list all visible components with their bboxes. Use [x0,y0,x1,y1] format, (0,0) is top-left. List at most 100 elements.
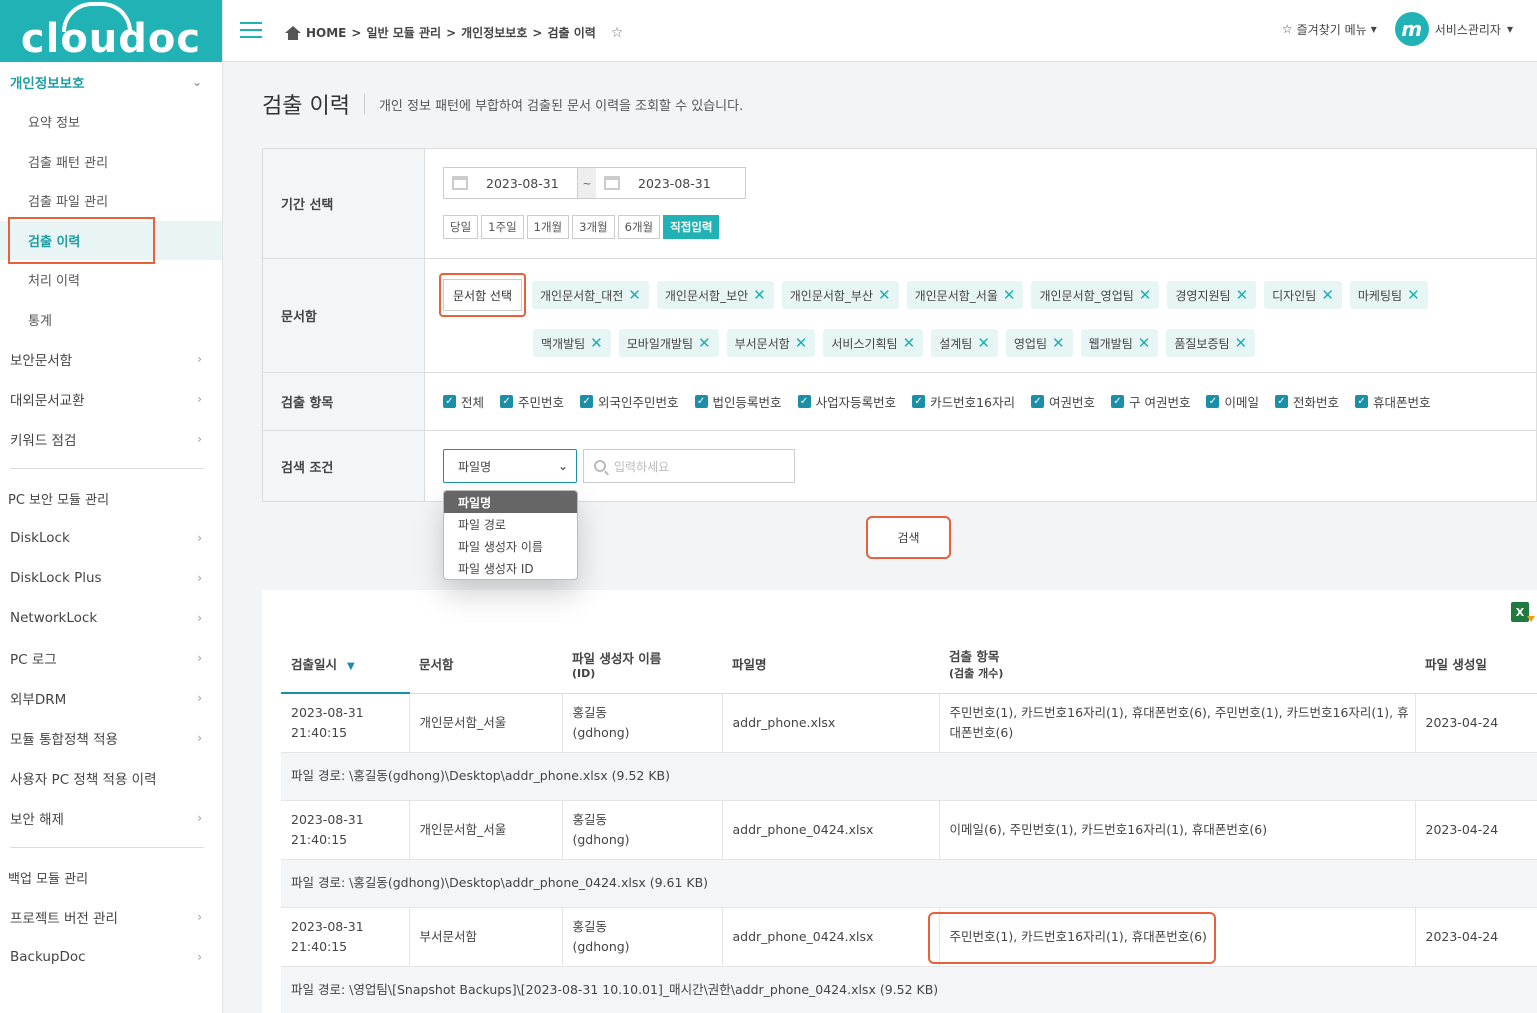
table-row[interactable]: 2023-08-31 21:40:15 부서문서함 홍길동 (gdhong) addr_p… [281,907,1537,967]
file-path: 파일 경로: \홍길동(gdhong)\Desktop\addr_phone.x… [281,752,1537,801]
file-path-row: 파일 경로: \홍길동(gdhong)\Desktop\addr_phone_0… [281,859,1537,908]
checkbox-label: 구 여권번호 [1129,395,1191,410]
detect-item-checkbox[interactable]: ✓ 법인등록번호 [694,392,782,411]
calendar-icon [452,176,468,190]
remove-x-icon[interactable]: ✕ [1235,334,1248,352]
sidebar-item-detection-history[interactable]: 검출 이력 [0,216,222,264]
creator-name: 홍길동 [572,918,608,934]
col-created-date[interactable]: 파일 생성일 [1415,635,1537,694]
breadcrumb-general-module[interactable]: 일반 모듈 관리 [366,24,441,41]
user-menu[interactable]: m 서비스관리자 ▾ [1394,12,1513,46]
remove-x-icon[interactable]: ✕ [903,334,916,352]
sidebar-item-summary[interactable]: 요약 정보 [0,102,222,142]
dropdown-option-creator-name[interactable]: 파일 생성자 이름 [444,535,577,557]
cloudoc-logo[interactable]: cloudoc [0,0,222,62]
detect-time: 21:40:15 [291,831,348,847]
remove-x-icon[interactable]: ✕ [977,334,990,352]
dropdown-option-filepath[interactable]: 파일 경로 [444,513,577,535]
period-1week-button[interactable]: 1주일 [481,215,524,239]
group-title-pc-security: PC 보안 모듈 관리 [8,492,110,508]
favorites-menu[interactable]: ☆ 즐겨찾기 메뉴 ▾ [1282,21,1377,38]
home-icon[interactable] [285,25,301,40]
sidebar-item-pc-log[interactable]: PC 로그 › [0,638,222,678]
col-docbox[interactable]: 문서함 [409,635,562,694]
detect-item-checkbox[interactable]: ✓ 주민번호 [500,392,564,411]
remove-x-icon[interactable]: ✕ [1236,286,1249,304]
search-field-select[interactable]: 파일명 ⌄ [443,449,577,483]
sidebar-item-external-drm[interactable]: 외부DRM › [0,678,222,718]
search-field-dropdown: 파일명 파일 경로 파일 생성자 이름 파일 생성자 ID [443,490,578,580]
detect-item-checkbox[interactable]: ✓ 휴대폰번호 [1355,392,1431,411]
remove-x-icon[interactable]: ✕ [698,334,711,352]
sidebar-item-detected-files[interactable]: 검출 파일 관리 [0,181,222,221]
docbox-tag: 개인문서함_서울 ✕ [906,281,1024,309]
remove-x-icon[interactable]: ✕ [1052,334,1065,352]
sidebar-item-process-history[interactable]: 처리 이력 [0,260,222,300]
col-detect-items[interactable]: 검출 항목 (검출 개수) [939,635,1415,694]
search-button[interactable]: 검색 [866,516,951,559]
remove-x-icon[interactable]: ✕ [795,334,808,352]
breadcrumb-home[interactable]: HOME [306,26,346,40]
sidebar-item-disklock-plus[interactable]: DiskLock Plus › [0,558,222,598]
remove-x-icon[interactable]: ✕ [1003,286,1016,304]
detect-item-checkbox[interactable]: ✓ 외국인주민번호 [580,392,679,411]
date-from-input[interactable]: 2023-08-31 [443,167,578,199]
table-row[interactable]: 2023-08-31 21:40:15 개인문서함_서울 홍길동 (gdhong) add… [281,693,1537,753]
table-row[interactable]: 2023-08-31 21:40:15 개인문서함_서울 홍길동 (gdhong) add… [281,800,1537,860]
search-input[interactable]: 입력하세요 [583,449,795,483]
divider [10,847,204,848]
docbox-tag-label: 개인문서함_영업팀 [1039,288,1134,303]
detect-item-checkbox[interactable]: ✓ 이메일 [1206,392,1259,411]
remove-x-icon[interactable]: ✕ [878,286,891,304]
detect-item-checkbox[interactable]: ✓ 카드번호16자리 [912,392,1015,411]
checkbox-checked-icon: ✓ [1206,395,1220,408]
period-1month-button[interactable]: 1개월 [526,215,570,239]
sidebar-item-user-policy-history[interactable]: 사용자 PC 정책 적용 이력 [0,758,222,798]
dropdown-option-creator-id[interactable]: 파일 생성자 ID [444,557,577,579]
detect-item-checkbox[interactable]: ✓ 사업자등록번호 [797,392,896,411]
sidebar-item-module-policy[interactable]: 모듈 통합정책 적용 › [0,718,222,758]
hamburger-menu-icon[interactable] [240,22,262,38]
search-icon [594,460,606,472]
docbox-tag: 맥개발팀 ✕ [533,329,611,357]
sidebar-item-backupdoc[interactable]: BackupDoc › [0,937,222,977]
sidebar-section-privacy[interactable]: 개인정보보호 ⌄ [0,62,222,102]
col-detect-date[interactable]: 검출일시 ▼ [281,635,409,694]
sidebar-item-disklock[interactable]: DiskLock › [0,518,222,558]
star-outline-icon[interactable]: ☆ [611,25,624,41]
checkbox-label: 이메일 [1224,395,1259,410]
detect-item-checkbox[interactable]: ✓ 여권번호 [1030,392,1095,411]
remove-x-icon[interactable]: ✕ [628,286,641,304]
remove-x-icon[interactable]: ✕ [1407,286,1420,304]
sidebar-item-keyword-check[interactable]: 키워드 점검 › [0,419,222,459]
remove-x-icon[interactable]: ✕ [753,286,766,304]
group-title-backup: 백업 모듈 관리 [8,871,89,887]
detect-item-checkbox[interactable]: ✓ 전체 [443,392,484,411]
remove-x-icon[interactable]: ✕ [1321,286,1334,304]
breadcrumb-privacy[interactable]: 개인정보보호 [461,24,527,41]
period-6month-button[interactable]: 6개월 [617,215,661,239]
sidebar-item-pattern[interactable]: 검출 패턴 관리 [0,142,222,182]
remove-x-icon[interactable]: ✕ [590,334,603,352]
period-today-button[interactable]: 당일 [443,215,479,239]
remove-x-icon[interactable]: ✕ [1138,334,1151,352]
excel-download-icon[interactable]: X [1511,602,1535,622]
detect-item-checkbox[interactable]: ✓ 구 여권번호 [1111,392,1190,411]
sidebar-item-project-version[interactable]: 프로젝트 버전 관리 › [0,897,222,937]
sidebar-item-stats[interactable]: 통계 [0,300,222,340]
period-3month-button[interactable]: 3개월 [572,215,615,239]
sidebar-item-security-release[interactable]: 보안 해제 › [0,798,222,838]
col-creator[interactable]: 파일 생성자 이름 (ID) [562,635,722,694]
dropdown-option-filename[interactable]: 파일명 [444,491,577,513]
docbox-select-button[interactable]: 문서함 선택 [439,273,527,317]
sidebar-item-external-exchange[interactable]: 대외문서교환 › [0,379,222,419]
top-bar: HOME > 일반 모듈 관리 > 개인정보보호 > 검출 이력 ☆ ☆ 즐겨찾… [223,0,1537,62]
sidebar-item-secure-box[interactable]: 보안문서함 › [0,339,222,379]
detect-item-checkbox[interactable]: ✓ 전화번호 [1275,392,1339,411]
date-to-input[interactable]: 2023-08-31 [596,167,746,199]
chevron-right-icon: › [197,392,202,406]
sidebar-item-networklock[interactable]: NetworkLock › [0,598,222,638]
period-custom-button[interactable]: 직접입력 [663,215,720,239]
col-filename[interactable]: 파일명 [722,635,939,694]
remove-x-icon[interactable]: ✕ [1139,286,1152,304]
